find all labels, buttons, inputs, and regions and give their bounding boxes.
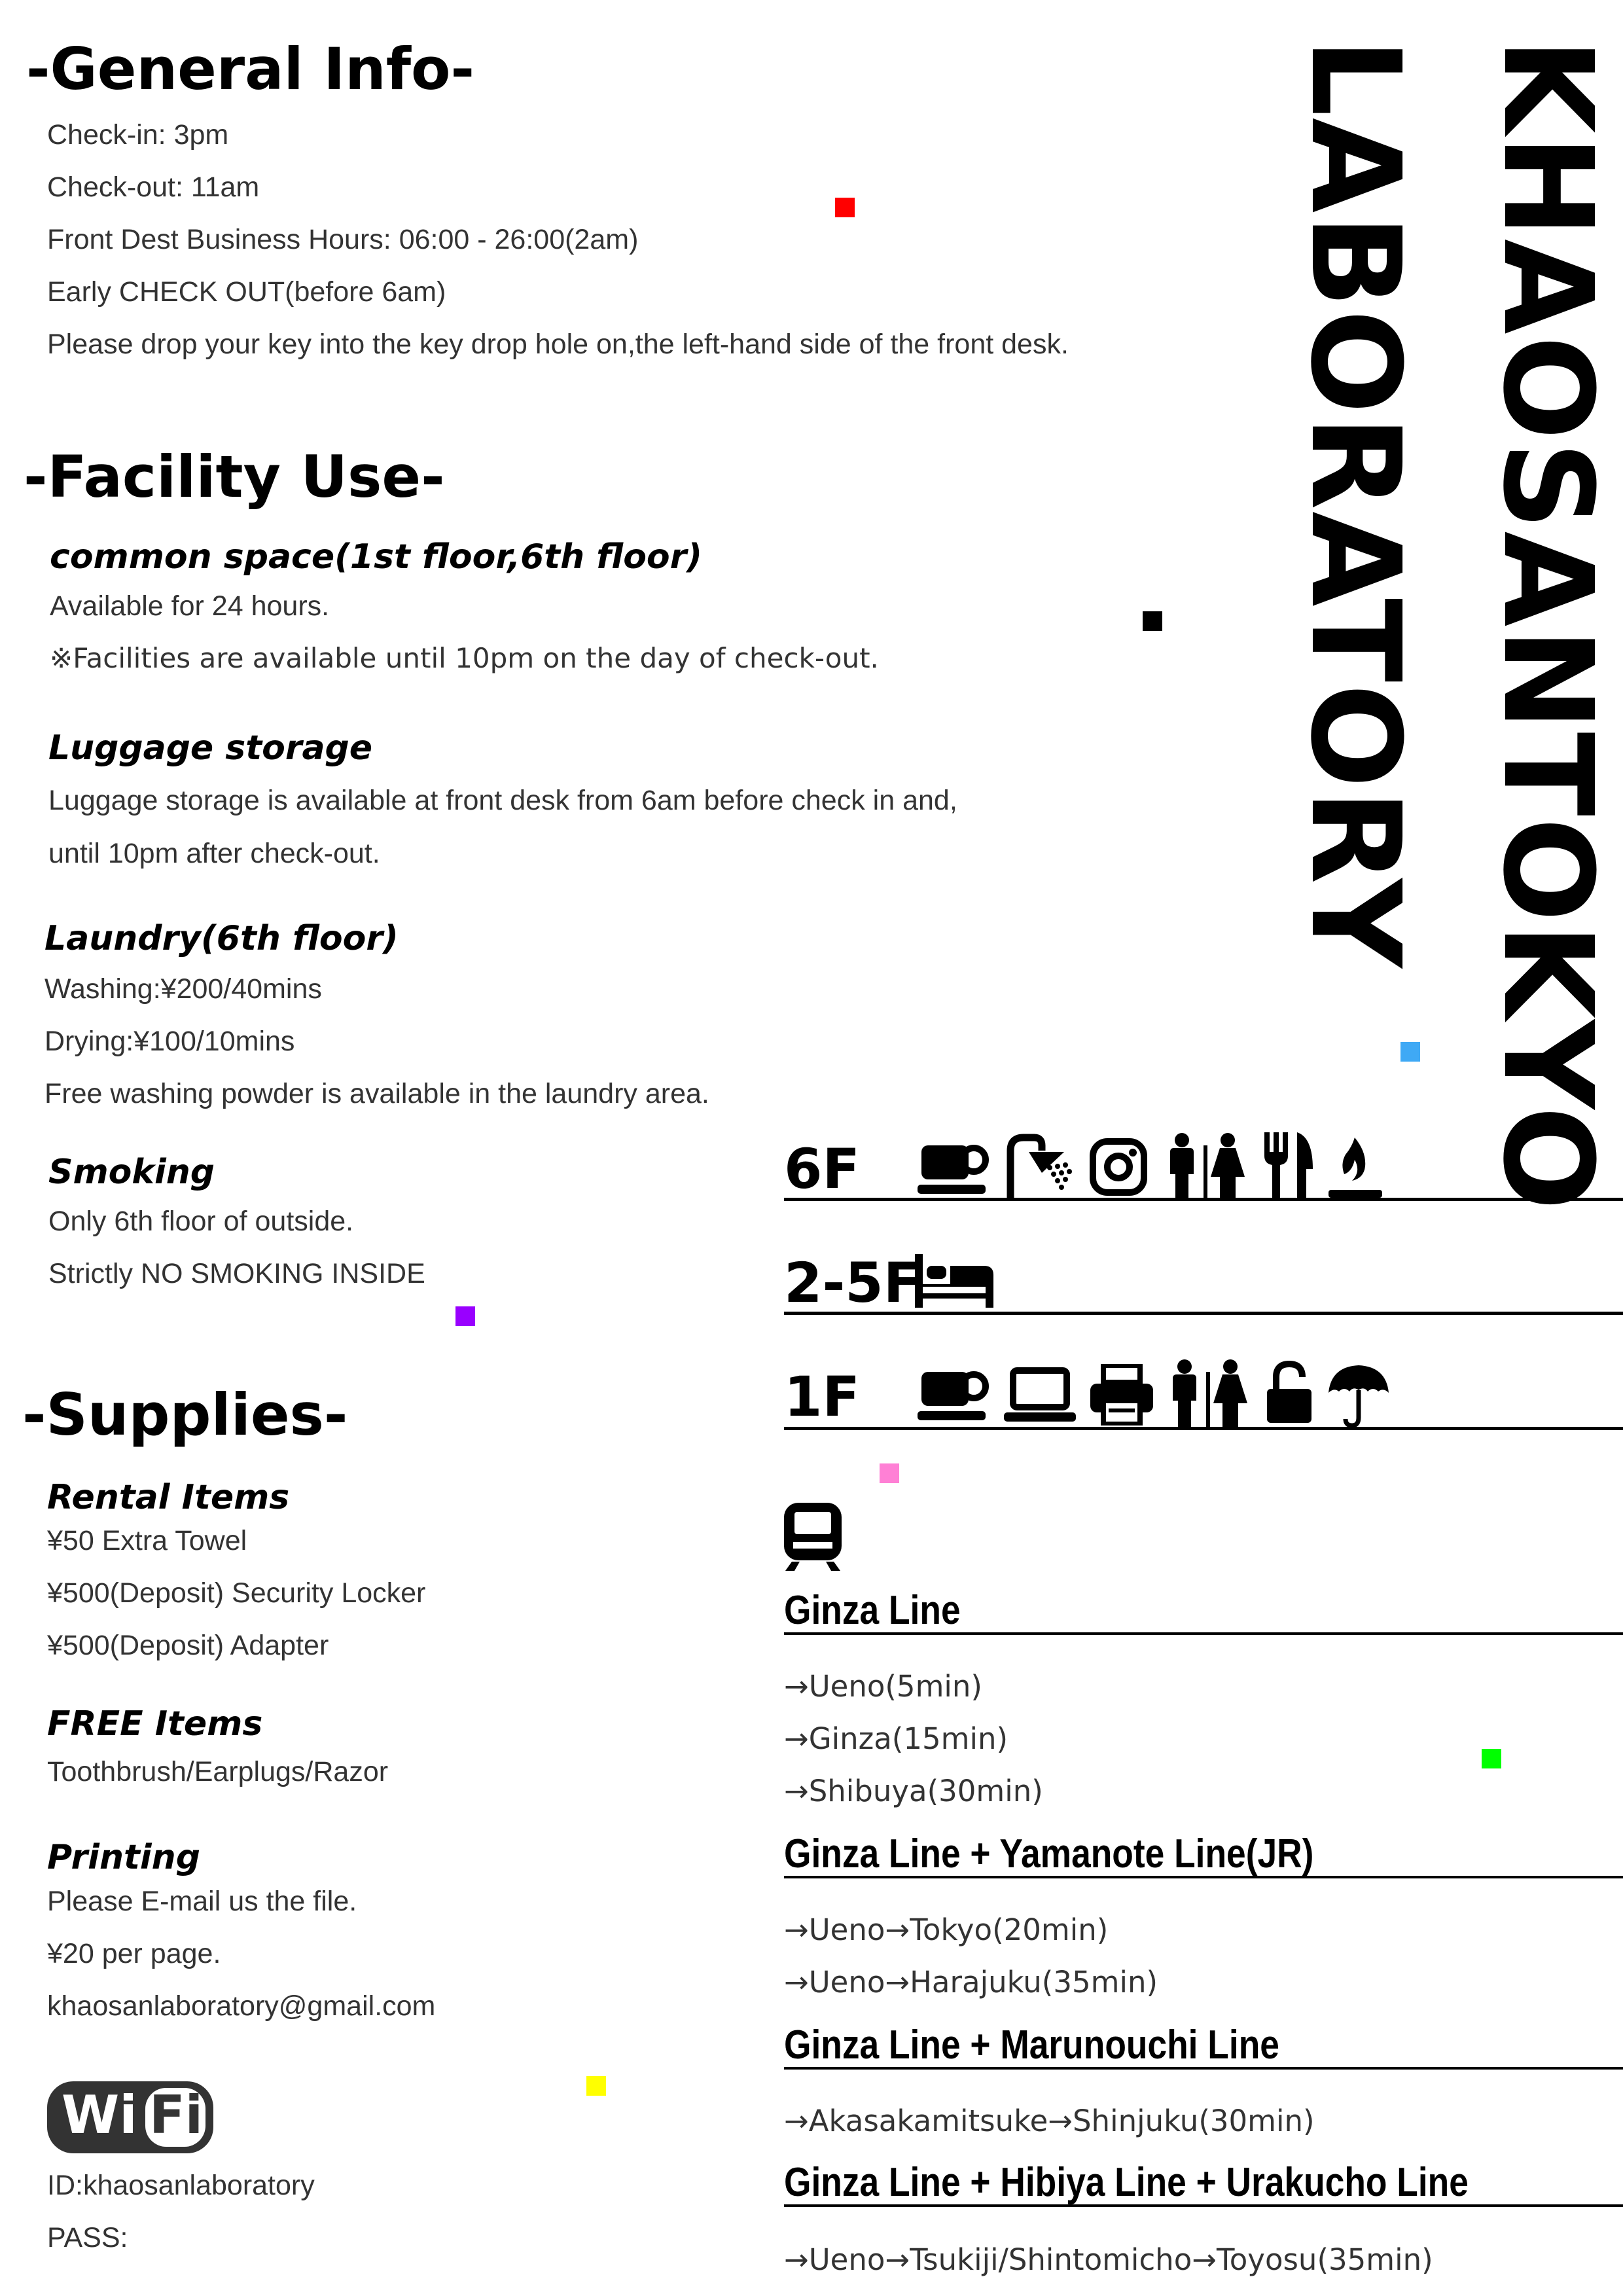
route-marunouchi-rule (784, 2067, 1623, 2070)
rental-items-heading: Rental Items (47, 1478, 290, 1517)
decor-square-blue (1400, 1042, 1420, 1062)
coffee-cup-icon (918, 1371, 989, 1420)
route-hibiya-heading: Ginza Line + Hibiya Line + Urakucho Line (784, 2160, 1469, 2205)
printing-email[interactable]: khaosanlaboratory@gmail.com (47, 1992, 435, 2045)
common-space-list: Available for 24 hours. ※Facilities are … (50, 592, 879, 697)
route-hibiya-dest-1: →Ueno→Tsukiji/Shintomicho→Toyosu(35min) (784, 2242, 1433, 2277)
floor-2-5f-rule (784, 1312, 1623, 1315)
instagram-icon (1090, 1138, 1147, 1196)
decor-square-red (835, 198, 855, 217)
supplies-title: -Supplies- (22, 1381, 348, 1448)
key-drop-text: Please drop your key into the key drop h… (47, 329, 1069, 360)
laundry-heading: Laundry(6th floor) (45, 919, 399, 958)
coffee-cup-icon (918, 1145, 989, 1194)
decor-square-pink (880, 1463, 899, 1483)
route-hibiya-rule (784, 2204, 1623, 2207)
wifi-logo-fi: Fi (149, 2085, 204, 2145)
free-items-list: Toothbrush/Earplugs/Razor (47, 1758, 388, 1810)
umbrella-icon (1329, 1365, 1389, 1428)
smoking-icon (1329, 1138, 1382, 1198)
floor-2-5f-label: 2-5F (784, 1251, 921, 1315)
route-ginza-dest-3: →Shibuya(30min) (784, 1774, 1043, 1808)
smoking-location: Only 6th floor of outside. (48, 1206, 354, 1237)
shower-icon (1007, 1134, 1072, 1200)
luggage-line-1: Luggage storage is available at front de… (48, 785, 957, 816)
printing-heading: Printing (47, 1838, 200, 1877)
drying-price: Drying:¥100/10mins (45, 1026, 295, 1057)
rental-towel: ¥50 Extra Towel (47, 1525, 247, 1556)
unlock-icon (1267, 1360, 1311, 1423)
free-items-text: Toothbrush/Earplugs/Razor (47, 1756, 389, 1787)
route-marunouchi-heading: Ginza Line + Marunouchi Line (784, 2022, 1279, 2068)
decor-square-black (1143, 611, 1162, 631)
laundry-list: Washing:¥200/40mins Drying:¥100/10mins F… (45, 975, 709, 1132)
general-info-list: Check-in: 3pm Check-out: 11am Front Dest… (47, 121, 1069, 383)
floor-1f-label: 1F (784, 1365, 860, 1429)
floor-6f-label: 6F (784, 1137, 860, 1201)
rental-adapter: ¥500(Deposit) Adapter (47, 1630, 329, 1661)
wifi-pass: PASS: (47, 2222, 128, 2253)
rental-locker: ¥500(Deposit) Security Locker (47, 1577, 426, 1609)
common-space-heading: common space(1st floor,6th floor) (50, 537, 703, 577)
common-space-note: ※Facilities are available until 10pm on … (50, 642, 879, 674)
washing-price: Washing:¥200/40mins (45, 973, 322, 1005)
luggage-heading: Luggage storage (48, 728, 373, 768)
early-checkout-text: Early CHECK OUT(before 6am) (47, 276, 446, 308)
washing-powder-note: Free washing powder is available in the … (45, 1078, 709, 1109)
wifi-logo-fi-box: Fi (145, 2088, 205, 2147)
wifi-logo-wi: Wi (62, 2085, 137, 2145)
route-ginza-rule (784, 1632, 1623, 1635)
smoking-list: Only 6th floor of outside. Strictly NO S… (48, 1208, 425, 1312)
restroom-icon (1170, 1133, 1245, 1200)
printer-icon (1090, 1364, 1153, 1426)
bed-icon (915, 1254, 993, 1308)
decor-square-green (1482, 1749, 1501, 1768)
no-smoking-inside: Strictly NO SMOKING INSIDE (48, 1258, 425, 1289)
smoking-heading: Smoking (48, 1153, 215, 1192)
route-yamanote-dest-1: →Ueno→Tokyo(20min) (784, 1912, 1109, 1947)
route-yamanote-rule (784, 1876, 1623, 1878)
train-icon (784, 1503, 842, 1571)
checkout-text: Check-out: 11am (47, 171, 260, 203)
rental-items-list: ¥50 Extra Towel ¥500(Deposit) Security L… (47, 1527, 425, 1684)
common-space-hours: Available for 24 hours. (50, 590, 330, 622)
luggage-line-2: until 10pm after check-out. (48, 838, 380, 869)
general-info-title: -General Info- (26, 35, 475, 103)
printing-instruction: Please E-mail us the file. (47, 1886, 357, 1917)
route-ginza-dest-1: →Ueno(5min) (784, 1669, 982, 1704)
restroom-icon (1173, 1359, 1247, 1427)
brand-line-2: LABORATORY (1283, 38, 1427, 969)
luggage-list: Luggage storage is available at front de… (48, 787, 957, 893)
brand-line-1: KHAOSANTOKYO (1476, 38, 1619, 1212)
restaurant-icon (1264, 1132, 1313, 1200)
route-yamanote-dest-2: →Ueno→Harajuku(35min) (784, 1965, 1158, 2000)
free-items-heading: FREE Items (47, 1704, 263, 1744)
printing-price: ¥20 per page. (47, 1938, 221, 1969)
wifi-logo: Wi Fi (47, 2081, 213, 2153)
wifi-credentials: ID:khaosanlaboratory PASS: (47, 2172, 315, 2276)
route-ginza-heading: Ginza Line (784, 1588, 961, 1633)
wifi-id: ID:khaosanlaboratory (47, 2170, 315, 2201)
decor-square-purple (455, 1306, 475, 1326)
route-marunouchi-dest-1: →Akasakamitsuke→Shinjuku(30min) (784, 2104, 1315, 2138)
route-ginza-dest-2: →Ginza(15min) (784, 1721, 1008, 1756)
printing-list: Please E-mail us the file. ¥20 per page.… (47, 1888, 435, 2045)
checkin-text: Check-in: 3pm (47, 119, 229, 151)
decor-square-yellow (586, 2076, 606, 2096)
floor-1f-rule (784, 1427, 1623, 1430)
front-desk-hours-text: Front Dest Business Hours: 06:00 - 26:00… (47, 224, 639, 255)
facility-use-title: -Facility Use- (24, 443, 445, 511)
route-yamanote-heading: Ginza Line + Yamanote Line(JR) (784, 1831, 1314, 1876)
laptop-icon (1004, 1367, 1076, 1422)
